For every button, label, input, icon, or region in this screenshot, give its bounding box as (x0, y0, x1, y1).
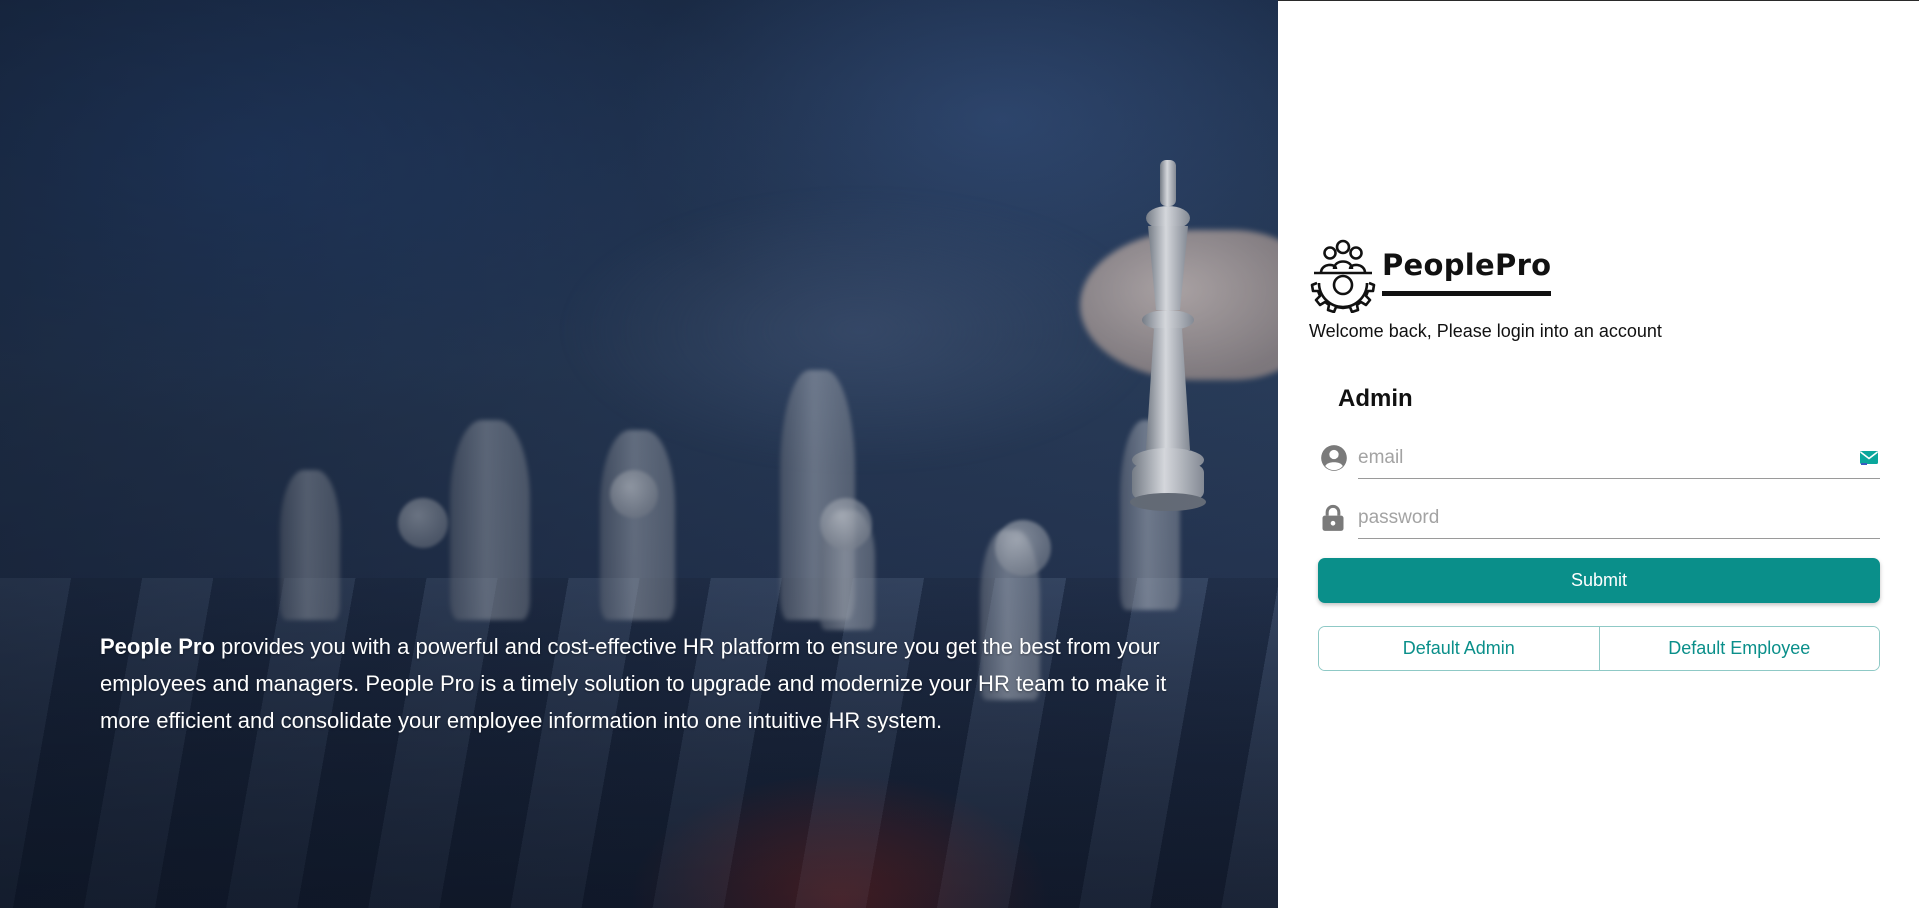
lock-icon (1318, 501, 1354, 535)
welcome-message: Welcome back, Please login into an accou… (1309, 321, 1662, 341)
hero-description-text: provides you with a powerful and cost-ef… (100, 634, 1167, 733)
hero-brand-name: People Pro (100, 634, 215, 659)
login-panel: PeoplePro Welcome back, Please login int… (1278, 0, 1919, 908)
hero-description: People Pro provides you with a powerful … (100, 628, 1180, 739)
email-input-wrap (1358, 438, 1880, 479)
login-role-title: Admin (1338, 385, 1413, 412)
brand-logo: PeoplePro (1308, 239, 1551, 313)
mail-icon (1858, 447, 1880, 469)
email-field-row (1318, 438, 1880, 479)
people-gear-icon (1310, 239, 1376, 313)
user-circle-icon (1318, 441, 1354, 475)
brand-name: PeoplePro (1382, 248, 1552, 282)
password-input-wrap (1358, 498, 1880, 539)
default-admin-button[interactable]: Default Admin (1319, 627, 1599, 670)
brand-wordmark: PeoplePro (1382, 249, 1551, 296)
email-input[interactable] (1358, 446, 1858, 469)
brand-underline (1382, 291, 1551, 296)
password-input[interactable] (1358, 506, 1880, 529)
login-page: People Pro provides you with a powerful … (0, 0, 1919, 908)
default-login-group: Default Admin Default Employee (1318, 626, 1880, 671)
default-employee-button[interactable]: Default Employee (1598, 627, 1879, 670)
hero-section: People Pro provides you with a powerful … (0, 0, 1278, 908)
hero-overlay (0, 0, 1278, 908)
password-field-row (1318, 498, 1880, 539)
submit-button[interactable]: Submit (1318, 558, 1880, 603)
